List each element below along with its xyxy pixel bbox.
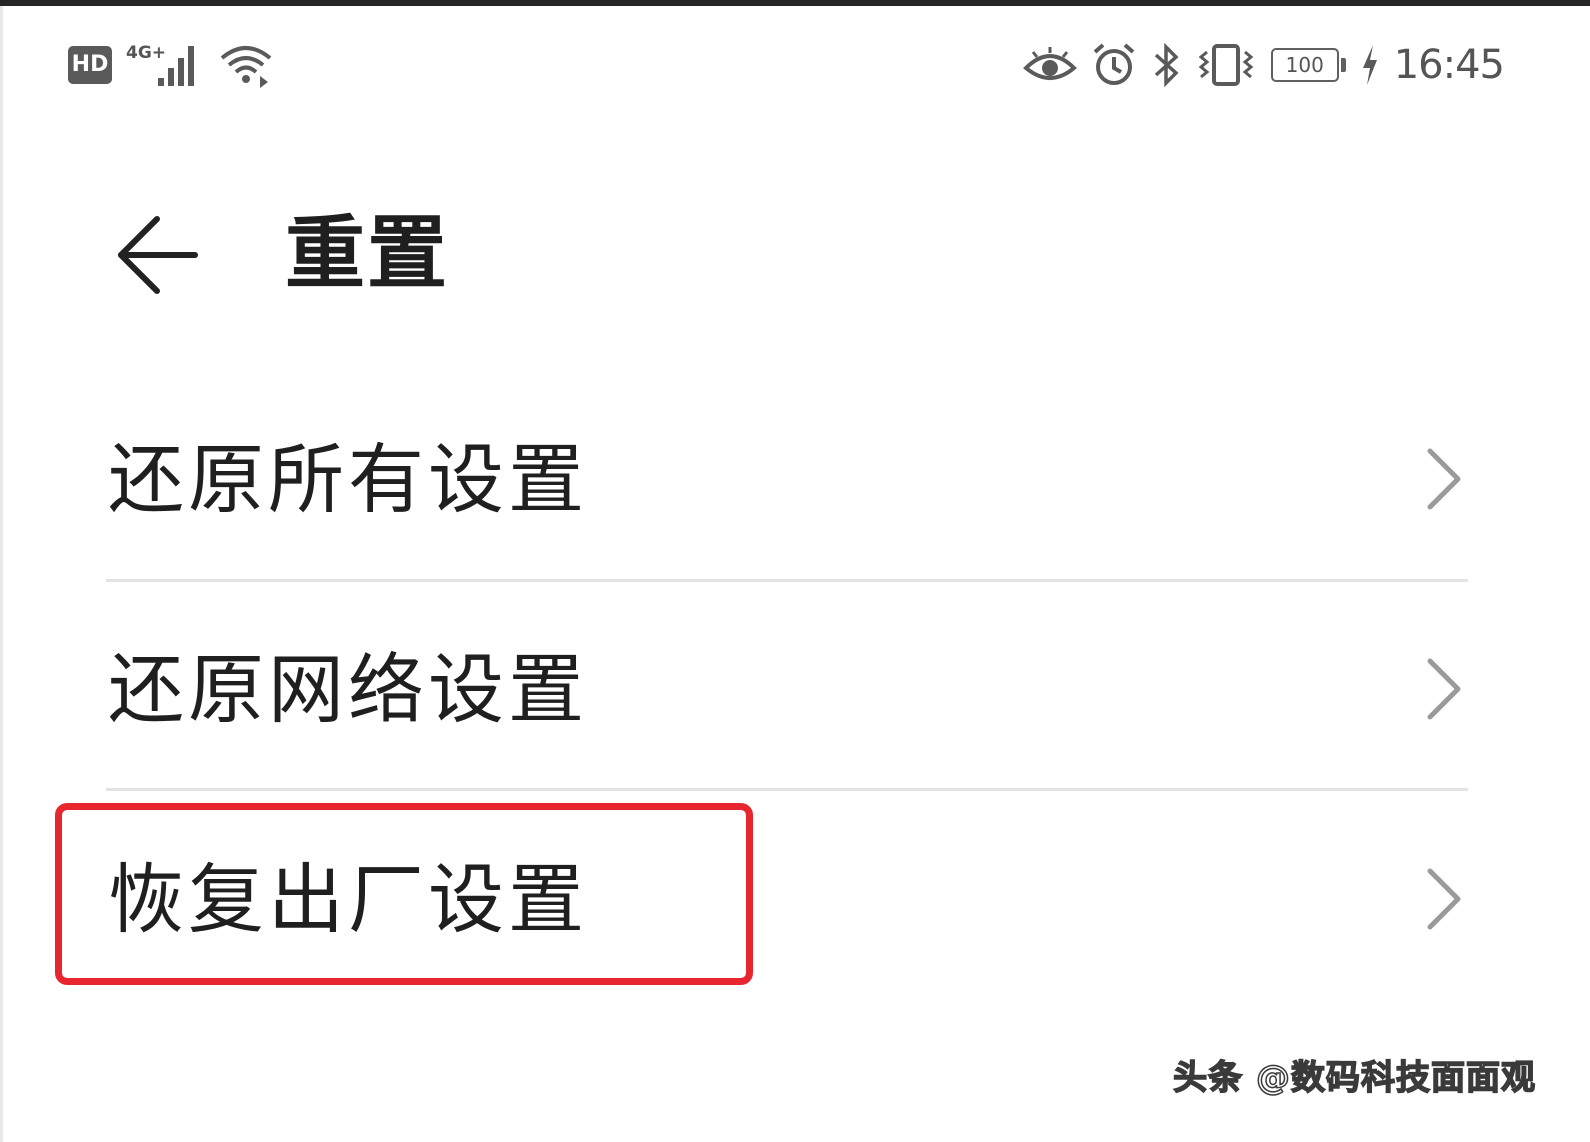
charging-icon bbox=[1362, 45, 1377, 85]
list-item-reset-network-settings[interactable]: 还原网络设置 bbox=[0, 585, 1590, 795]
alarm-icon bbox=[1093, 43, 1135, 85]
status-bar-right: 100 16:45 bbox=[1022, 40, 1505, 90]
page-title: 重置 bbox=[285, 207, 449, 300]
divider bbox=[106, 579, 1468, 582]
divider bbox=[106, 788, 1468, 791]
back-button[interactable] bbox=[112, 210, 202, 300]
chevron-right-icon bbox=[1427, 868, 1461, 930]
list-item-label: 还原网络设置 bbox=[108, 645, 588, 734]
status-time: 16:45 bbox=[1393, 42, 1505, 88]
watermark: 头条 @数码科技面面观 bbox=[1172, 1057, 1536, 1099]
wifi-icon bbox=[220, 46, 272, 88]
chevron-right-icon bbox=[1427, 658, 1461, 720]
bluetooth-icon bbox=[1154, 42, 1179, 88]
back-arrow-icon bbox=[118, 216, 198, 294]
app-header: 重置 bbox=[0, 190, 1590, 320]
chevron-right-icon bbox=[1427, 448, 1461, 510]
list-item-label: 恢复出厂设置 bbox=[108, 855, 588, 944]
screen: HD 4G+ 100 16:45 重置 还原所有设置 还原网络设置 恢复出厂设置… bbox=[0, 0, 1590, 1142]
status-bar: HD 4G+ 100 16:45 bbox=[0, 30, 1590, 105]
top-edge bbox=[0, 0, 1590, 6]
settings-list: 还原所有设置 还原网络设置 恢复出厂设置 bbox=[0, 375, 1590, 1005]
list-item-reset-all-settings[interactable]: 还原所有设置 bbox=[0, 375, 1590, 585]
vibrate-icon bbox=[1198, 44, 1254, 86]
hd-icon: HD bbox=[68, 46, 112, 84]
status-bar-left: HD 4G+ bbox=[68, 40, 274, 90]
list-item-label: 还原所有设置 bbox=[108, 435, 588, 524]
eye-comfort-icon bbox=[1022, 47, 1077, 80]
battery-tip bbox=[1340, 58, 1346, 72]
battery-level: 100 bbox=[1270, 48, 1339, 82]
list-item-factory-reset[interactable]: 恢复出厂设置 bbox=[0, 795, 1590, 1005]
network-type-label: 4G+ bbox=[126, 43, 167, 63]
battery-icon: 100 bbox=[1270, 48, 1346, 82]
